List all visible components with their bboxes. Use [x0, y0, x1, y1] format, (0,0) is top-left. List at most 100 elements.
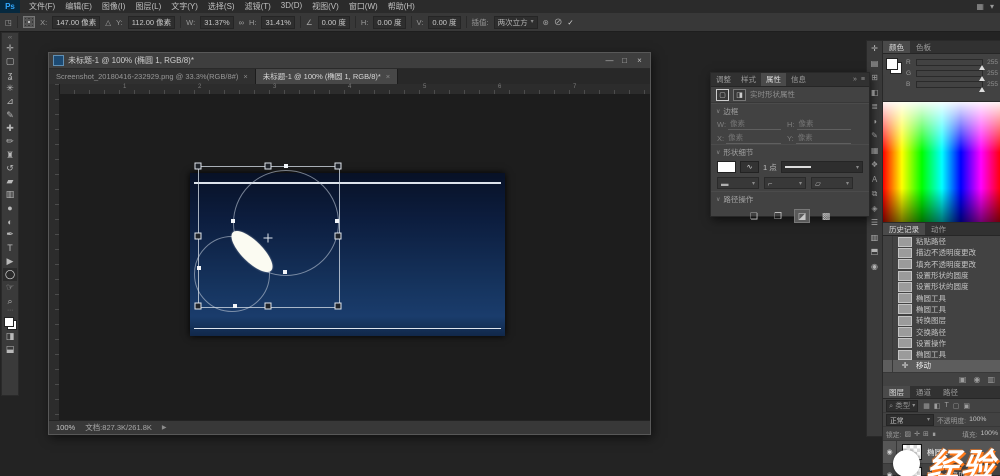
fill-color-swatch[interactable]: [717, 161, 736, 173]
collapsed-panel-icon-1[interactable]: ✛: [871, 44, 878, 54]
history-source-checkbox[interactable]: [883, 292, 893, 303]
appearance-section-header[interactable]: ∨ 形状细节: [711, 144, 869, 159]
transform-handle[interactable]: [265, 163, 272, 170]
filter-shape-layers-icon[interactable]: ▢: [953, 402, 960, 410]
screen-mode-icon[interactable]: ⬓: [3, 343, 17, 356]
dimension-field[interactable]: Y: 像素: [787, 132, 851, 144]
lock-position-icon[interactable]: ⊞: [923, 430, 929, 438]
crop-tool[interactable]: ⊿: [3, 95, 17, 108]
path-operations-section-header[interactable]: ∨ 路径操作: [711, 191, 869, 206]
minimize-button[interactable]: —: [603, 55, 616, 66]
stroke-corners-dropdown[interactable]: ▱ ▾: [811, 177, 853, 189]
close-tab-icon[interactable]: ×: [243, 72, 247, 81]
foreground-color-swatch[interactable]: [4, 317, 14, 327]
marquee-tool[interactable]: ▢: [3, 55, 17, 68]
path-anchor-point[interactable]: [231, 219, 235, 223]
panel-menu-icon[interactable]: ≡: [861, 76, 865, 83]
menu-item[interactable]: 文字(Y): [166, 1, 203, 12]
document-tab[interactable]: 未标题-1 @ 100% (椭圆 1, RGB/8)* ×: [256, 69, 398, 84]
quick-selection-tool[interactable]: ✳: [3, 82, 17, 95]
menu-item[interactable]: 编辑(E): [60, 1, 97, 12]
close-button[interactable]: ×: [633, 55, 646, 66]
history-item[interactable]: 转换图层: [883, 315, 1000, 326]
dimension-field[interactable]: W: 像素: [717, 118, 781, 130]
history-item[interactable]: 设置形状的圆度: [883, 270, 1000, 281]
live-shape-icon[interactable]: ▢: [716, 89, 729, 101]
field-value[interactable]: 像素: [797, 118, 852, 130]
exclude-shapes-icon[interactable]: ▩: [818, 209, 834, 223]
document-tab[interactable]: Screenshot_20180416-232929.png @ 33.3%(R…: [49, 69, 256, 84]
collapsed-panel-icon-12[interactable]: ◈: [871, 204, 877, 214]
collapsed-panel-icon-11[interactable]: ⧉: [872, 189, 878, 199]
filter-type-layers-icon[interactable]: T: [944, 402, 948, 410]
menu-item[interactable]: 图像(I): [97, 1, 131, 12]
path-selection-tool[interactable]: ▶: [3, 255, 17, 268]
history-source-checkbox[interactable]: [883, 270, 893, 281]
transform-handle[interactable]: [195, 233, 202, 240]
lasso-tool[interactable]: ʓ: [3, 69, 17, 82]
angle-input[interactable]: 0.00 度: [318, 16, 350, 29]
dodge-tool[interactable]: ◐: [3, 215, 17, 228]
reference-point-locator[interactable]: [23, 16, 35, 28]
relative-position-icon[interactable]: △: [105, 18, 111, 27]
clone-stamp-tool[interactable]: ♜: [3, 148, 17, 161]
collapsed-panel-icon-14[interactable]: ▥: [871, 233, 879, 243]
history-source-checkbox[interactable]: [883, 360, 893, 371]
history-item[interactable]: 设置操作: [883, 338, 1000, 349]
field-value[interactable]: 像素: [796, 132, 851, 144]
new-snapshot-icon[interactable]: ◉: [973, 375, 980, 384]
history-brush-tool[interactable]: ↺: [3, 162, 17, 175]
eyedropper-tool[interactable]: ✎: [3, 108, 17, 121]
opacity-value[interactable]: 100%: [969, 416, 986, 423]
document-size[interactable]: 文档:827.3K/261.8K: [85, 422, 152, 433]
history-item[interactable]: 交换路径: [883, 326, 1000, 337]
dimension-field[interactable]: H: 像素: [787, 118, 851, 130]
blend-mode-select[interactable]: 正常 ▾: [886, 414, 934, 426]
type-tool[interactable]: T: [3, 241, 17, 254]
panel-tab[interactable]: 图层: [883, 386, 910, 398]
quick-mask-icon[interactable]: ◨: [3, 330, 17, 343]
path-anchor-point[interactable]: [233, 304, 237, 308]
transform-handle[interactable]: [195, 163, 202, 170]
history-source-checkbox[interactable]: [883, 349, 893, 360]
w-input[interactable]: 31.37%: [200, 16, 233, 29]
brush-tool[interactable]: ✏: [3, 135, 17, 148]
panel-tab[interactable]: 动作: [925, 223, 952, 235]
menu-item[interactable]: 文件(F): [24, 1, 60, 12]
healing-brush-tool[interactable]: ✚: [3, 122, 17, 135]
history-item[interactable]: 椭圆工具: [883, 349, 1000, 360]
document-title-bar[interactable]: 未标题-1 @ 100% (椭圆 1, RGB/8)* — □ ×: [49, 53, 650, 69]
slider-value[interactable]: 255: [986, 70, 998, 77]
panel-tab[interactable]: 样式: [736, 73, 761, 86]
menu-item[interactable]: 帮助(H): [383, 1, 420, 12]
collapsed-panel-icon-5[interactable]: ≣: [871, 102, 878, 112]
intersect-shapes-icon[interactable]: ◪: [794, 209, 810, 223]
menu-item[interactable]: 窗口(W): [344, 1, 383, 12]
transform-handle[interactable]: [195, 303, 202, 310]
mask-icon[interactable]: ◨: [733, 89, 746, 101]
toolbar-collapse-button[interactable]: ‹‹: [8, 35, 12, 42]
color-spectrum-picker[interactable]: [883, 101, 1000, 223]
history-item[interactable]: 粘贴路径: [883, 236, 1000, 247]
warp-mode-icon[interactable]: ⊛: [543, 18, 549, 27]
menu-item[interactable]: 滤镜(T): [240, 1, 276, 12]
collapsed-panel-icon-6[interactable]: ◑: [872, 117, 877, 127]
history-item[interactable]: 椭圆工具: [883, 292, 1000, 303]
panel-tab[interactable]: 信息: [786, 73, 811, 86]
toolbar-ellipsis[interactable]: ⋯: [7, 308, 13, 315]
blur-tool[interactable]: ●: [3, 202, 17, 215]
collapse-panel-icon[interactable]: »: [853, 76, 857, 83]
color-slider[interactable]: [916, 70, 983, 77]
history-source-checkbox[interactable]: [883, 247, 893, 258]
tool-preset-icon[interactable]: ◳: [5, 18, 12, 27]
filter-adjustment-layers-icon[interactable]: ◧: [934, 402, 941, 410]
transform-handle[interactable]: [265, 303, 272, 310]
collapsed-panel-icon-7[interactable]: ✎: [871, 131, 878, 141]
transform-handle[interactable]: [335, 233, 342, 240]
hskew-input[interactable]: 0.00 度: [373, 16, 405, 29]
panel-tab[interactable]: 通道: [910, 386, 937, 398]
stroke-color-swatch[interactable]: ∿: [740, 161, 759, 173]
layer-filter-select[interactable]: ⌕ 类型 ▾: [886, 400, 918, 412]
history-source-checkbox[interactable]: [883, 236, 893, 247]
collapsed-panel-icon-9[interactable]: ❖: [871, 160, 878, 170]
